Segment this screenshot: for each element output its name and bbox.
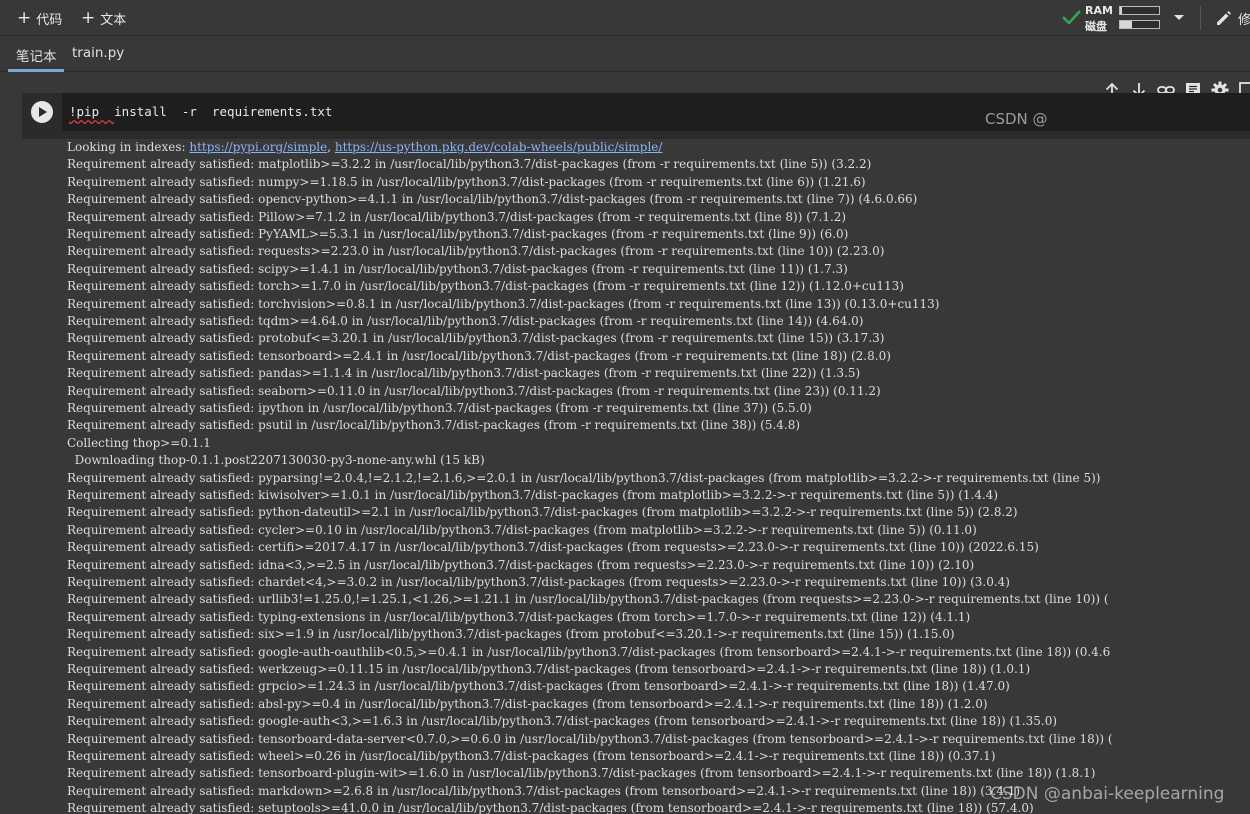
- top-toolbar: + 代码 + 文本 RAM 磁盘 修: [0, 0, 1250, 36]
- active-tab-indicator: [8, 69, 64, 72]
- output-line: Requirement already satisfied: protobuf<…: [67, 331, 885, 346]
- watermark-label: CSDN @: [985, 110, 1048, 128]
- code-text: install -r requirements.txt: [114, 104, 333, 119]
- tab-bar: 笔记本 train.py: [0, 36, 1250, 72]
- pencil-icon[interactable]: [1214, 8, 1234, 28]
- index-prefix: Looking in indexes:: [67, 140, 190, 154]
- ram-label: RAM: [1085, 4, 1113, 17]
- output-line: Requirement already satisfied: requests>…: [67, 244, 885, 259]
- code-editor[interactable]: !pip install -r requirements.txt: [62, 93, 1250, 131]
- output-line: Requirement already satisfied: kiwisolve…: [67, 488, 999, 502]
- output-line: Requirement already satisfied: six>=1.9 …: [67, 627, 955, 642]
- output-line: Requirement already satisfied: setuptool…: [67, 801, 1034, 814]
- output-line: Requirement already satisfied: wheel>=0.…: [67, 749, 996, 763]
- cell-gutter: [22, 93, 62, 131]
- output-line: Requirement already satisfied: markdown>…: [67, 783, 1021, 798]
- output-line: Requirement already satisfied: tqdm>=4.6…: [67, 314, 864, 328]
- edit-label[interactable]: 修: [1238, 9, 1250, 28]
- plus-icon: +: [81, 7, 96, 28]
- index-link-pypi[interactable]: https://pypi.org/simple: [189, 140, 327, 154]
- output-line: Requirement already satisfied: urllib3!=…: [67, 592, 1109, 607]
- output-line: Requirement already satisfied: werkzeug>…: [67, 662, 1031, 676]
- output-line: Requirement already satisfied: opencv-py…: [67, 192, 918, 207]
- add-text-button[interactable]: + 文本: [81, 8, 126, 28]
- plus-icon: +: [17, 7, 32, 28]
- run-cell-button[interactable]: [31, 101, 53, 123]
- add-text-label: 文本: [100, 12, 127, 28]
- disk-meter: [1119, 20, 1160, 29]
- tab-train-py[interactable]: train.py: [72, 45, 124, 61]
- output-line: Requirement already satisfied: seaborn>=…: [67, 383, 881, 398]
- output-line: Requirement already satisfied: numpy>=1.…: [67, 174, 866, 189]
- output-line: Requirement already satisfied: cycler>=0…: [67, 522, 977, 537]
- output-line: Requirement already satisfied: google-au…: [67, 644, 1111, 659]
- output-index-line: Looking in indexes: https://pypi.org/sim…: [67, 139, 662, 156]
- tab-notebook[interactable]: 笔记本: [16, 45, 57, 65]
- ram-meter-fill: [1120, 7, 1122, 14]
- output-line: Requirement already satisfied: tensorboa…: [67, 766, 1096, 781]
- output-line: Requirement already satisfied: pyparsing…: [67, 470, 1101, 485]
- output-line: Requirement already satisfied: idna<3,>=…: [67, 557, 975, 572]
- output-line: Requirement already satisfied: Pillow>=7…: [67, 209, 847, 224]
- output-line: Requirement already satisfied: python-da…: [67, 505, 1018, 520]
- index-link-colab[interactable]: https://us-python.pkg.dev/colab-wheels/p…: [335, 140, 663, 154]
- output-line: Requirement already satisfied: pandas>=1…: [67, 366, 861, 381]
- output-line: Requirement already satisfied: PyYAML>=5…: [67, 227, 849, 241]
- output-line: Downloading thop-0.1.1.post2207130030-py…: [67, 453, 485, 468]
- output-line: Requirement already satisfied: torchvisi…: [67, 296, 940, 311]
- watermark: CSDN @anbai-keeplearning: [990, 784, 1225, 804]
- output-line: Requirement already satisfied: typing-ex…: [67, 609, 971, 624]
- output-line: Requirement already satisfied: google-au…: [67, 714, 1058, 729]
- output-line: Requirement already satisfied: matplotli…: [67, 157, 872, 172]
- chevron-down-icon[interactable]: [1174, 15, 1184, 20]
- output-line: Requirement already satisfied: tensorboa…: [67, 731, 1113, 746]
- check-icon: [1062, 10, 1081, 24]
- resource-monitor[interactable]: RAM 磁盘: [1062, 3, 1192, 33]
- output-line: Requirement already satisfied: scipy>=1.…: [67, 261, 848, 276]
- code-prefix: !pip: [69, 104, 115, 119]
- code-cell: !pip install -r requirements.txt Looking…: [22, 93, 1250, 814]
- output-line: Requirement already satisfied: certifi>=…: [67, 540, 1039, 555]
- output-line: Collecting thop>=0.1.1: [67, 435, 211, 450]
- disk-label: 磁盘: [1085, 20, 1107, 33]
- output-line: Requirement already satisfied: torch>=1.…: [67, 279, 904, 294]
- add-code-label: 代码: [36, 12, 63, 28]
- output-line: Requirement already satisfied: absl-py>=…: [67, 696, 988, 711]
- output-line: Requirement already satisfied: ipython i…: [67, 401, 812, 415]
- ram-meter: [1119, 6, 1160, 15]
- toolbar-divider: [1200, 6, 1201, 30]
- output-line: Requirement already satisfied: chardet<4…: [67, 575, 1010, 589]
- output-line: Requirement already satisfied: grpcio>=1…: [67, 679, 1010, 694]
- index-separator: ,: [327, 140, 335, 154]
- output-line: Requirement already satisfied: psutil in…: [67, 418, 801, 433]
- add-code-button[interactable]: + 代码: [17, 8, 62, 28]
- disk-meter-fill: [1120, 21, 1132, 28]
- cell-output: Looking in indexes: https://pypi.org/sim…: [22, 139, 1250, 814]
- output-line: Requirement already satisfied: tensorboa…: [67, 348, 891, 363]
